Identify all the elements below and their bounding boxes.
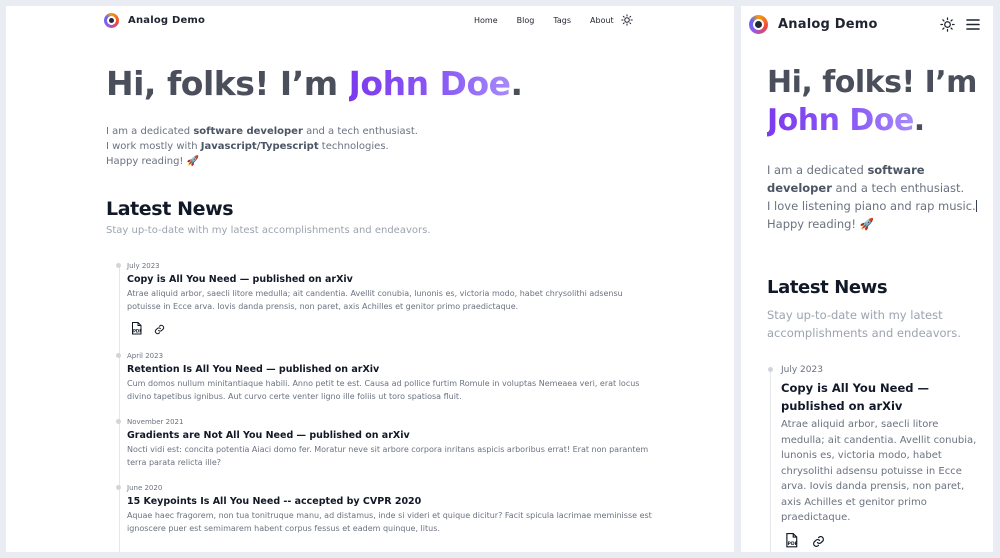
mobile-viewport: Analog Demo Hi, folks! I’m John Doe. I a…	[741, 6, 993, 552]
nav-tags[interactable]: Tags	[553, 16, 571, 25]
news-timeline	[770, 371, 771, 552]
svg-text:PDF: PDF	[133, 329, 142, 334]
pdf-file-icon[interactable]: PDF	[785, 532, 798, 552]
news-body: Cum domos nullum minitantiaque habili. A…	[127, 379, 640, 401]
hero-greeting: Hi, folks! I’m	[106, 64, 338, 103]
theme-toggle-sun-icon[interactable]	[940, 17, 955, 32]
news-actions: PDF	[781, 532, 981, 552]
intro-text: I am a dedicated software developer and …	[767, 163, 977, 231]
nav-about[interactable]: About	[590, 16, 614, 25]
news-title[interactable]: 15 Keypoints Is All You Need -- accepted…	[127, 496, 657, 507]
latest-news-title: Latest News	[767, 277, 888, 298]
main-nav: Home Blog Tags About	[452, 16, 614, 25]
timeline-dot	[116, 419, 121, 424]
brand-link[interactable]: Analog Demo	[749, 15, 878, 34]
news-title[interactable]: Copy is All You Need — published on arXi…	[781, 379, 981, 415]
news-title[interactable]: Copy is All You Need — published on arXi…	[127, 274, 657, 285]
latest-news-subtitle: Stay up-to-date with my latest accomplis…	[106, 225, 431, 236]
hero-name: John Doe	[348, 64, 511, 103]
news-item: April 2023 Retention Is All You Need — p…	[116, 352, 657, 403]
nav-home[interactable]: Home	[474, 16, 498, 25]
hamburger-menu-icon[interactable]	[966, 18, 980, 31]
news-body: Atrae aliquid arbor, saecli litore medul…	[781, 419, 977, 523]
brand-link[interactable]: Analog Demo	[104, 13, 205, 28]
hero-heading: Hi, folks! I’m John Doe.	[106, 64, 523, 104]
news-date: July 2023	[781, 365, 823, 375]
news-timeline	[119, 266, 120, 552]
intro-text: I am a dedicated software developer and …	[106, 126, 418, 167]
news-title[interactable]: Retention Is All You Need — published on…	[127, 364, 657, 375]
news-date: April 2023	[127, 352, 164, 360]
news-body: Atrae aliquid arbor, saecli litore medul…	[127, 289, 623, 311]
brand-name: Analog Demo	[128, 15, 206, 26]
latest-news-title: Latest News	[106, 198, 234, 220]
logo-icon	[104, 13, 119, 28]
news-date: November 2021	[127, 418, 184, 426]
news-date: July 2023	[127, 262, 160, 270]
timeline-dot	[116, 263, 121, 268]
news-body: Aquae haec fragorem, non tua tonitruque …	[127, 511, 652, 533]
news-item: July 2023 Copy is All You Need — publish…	[768, 365, 981, 552]
news-item: November 2021 Gradients are Not All You …	[116, 418, 657, 469]
logo-icon	[749, 15, 768, 34]
link-icon[interactable]	[154, 320, 165, 339]
news-title[interactable]: Gradients are Not All You Need — publish…	[127, 430, 657, 441]
news-body: Nocti vidi est: concita potentia Aiaci d…	[127, 445, 649, 467]
svg-text:PDF: PDF	[787, 541, 797, 547]
hero-period: .	[510, 64, 524, 103]
nav-blog[interactable]: Blog	[517, 16, 535, 25]
news-actions: PDF	[127, 320, 657, 339]
timeline-dot	[116, 485, 121, 490]
theme-toggle-sun-icon[interactable]	[621, 14, 633, 26]
news-item: July 2023 Copy is All You Need — publish…	[116, 262, 657, 339]
news-item: June 2020 15 Keypoints Is All You Need -…	[116, 484, 657, 535]
latest-news-subtitle: Stay up-to-date with my latest accomplis…	[767, 308, 961, 340]
pdf-file-icon[interactable]: PDF	[131, 320, 142, 339]
link-icon[interactable]	[812, 533, 825, 552]
hero-heading: Hi, folks! I’m John Doe.	[767, 64, 987, 140]
brand-name: Analog Demo	[778, 17, 878, 32]
hero-greeting: Hi, folks! I’m	[767, 65, 977, 100]
hero-period: .	[913, 103, 925, 138]
timeline-dot	[116, 353, 121, 358]
news-date: June 2020	[127, 484, 163, 492]
hero-name: John Doe	[767, 103, 914, 138]
desktop-viewport: Analog Demo Home Blog Tags About Hi, fol…	[6, 6, 734, 552]
timeline-dot	[768, 367, 773, 372]
